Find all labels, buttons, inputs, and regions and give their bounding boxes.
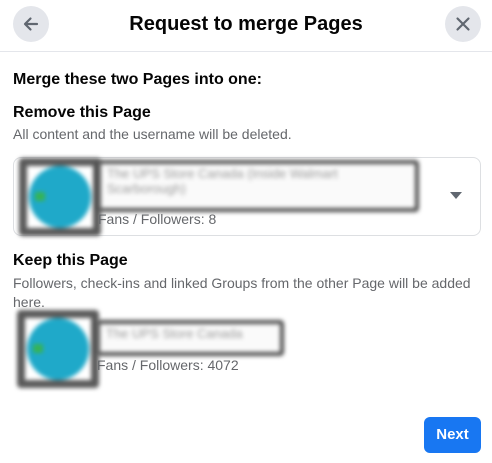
keep-heading: Keep this Page (13, 252, 128, 269)
keep-page-avatar (17, 310, 99, 388)
remove-page-fans: Fans / Followers: 8 (98, 211, 217, 227)
caret-down-icon[interactable] (449, 191, 463, 201)
keep-page-fans: Fans / Followers: 4072 (97, 357, 239, 373)
keep-description: Followers, check-ins and linked Groups f… (13, 275, 471, 310)
remove-heading: Remove this Page (13, 104, 151, 121)
remove-page-name: The UPS Store Canada (Inside Walmart Sca… (97, 160, 419, 212)
remove-page-avatar (19, 158, 101, 236)
remove-page-selector[interactable]: The UPS Store Canada (Inside Walmart Sca… (13, 157, 481, 236)
close-icon (456, 17, 470, 31)
dialog-header: Request to merge Pages (0, 0, 492, 52)
remove-description: All content and the username will be del… (13, 126, 292, 142)
close-button[interactable] (445, 6, 481, 42)
keep-page-name: The UPS Store Canada (96, 320, 284, 356)
merge-intro: Merge these two Pages into one: (13, 71, 262, 88)
dialog-title: Request to merge Pages (129, 13, 363, 35)
next-button[interactable]: Next (424, 417, 481, 453)
